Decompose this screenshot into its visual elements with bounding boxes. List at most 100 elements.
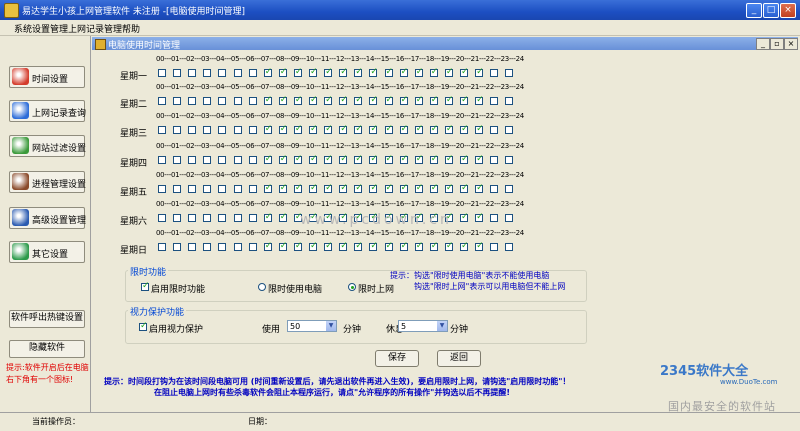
hour-checkbox[interactable]: [384, 67, 393, 77]
hour-checkbox[interactable]: [384, 154, 393, 164]
hour-checkbox[interactable]: [203, 243, 212, 251]
hour-checkbox[interactable]: [218, 214, 227, 222]
hour-checkbox[interactable]: [384, 95, 393, 105]
hour-checkbox[interactable]: [158, 126, 166, 134]
hour-checkbox[interactable]: [490, 243, 499, 251]
hour-checkbox[interactable]: [460, 95, 469, 105]
hour-checkbox[interactable]: [173, 126, 182, 134]
hour-checkbox[interactable]: [218, 69, 227, 77]
hour-checkbox[interactable]: [354, 67, 363, 77]
hour-checkbox[interactable]: [354, 183, 363, 193]
hour-checkbox[interactable]: [505, 97, 514, 105]
hour-checkbox[interactable]: [399, 154, 408, 164]
hour-checkbox[interactable]: [339, 183, 348, 193]
hour-checkbox[interactable]: [309, 154, 318, 164]
hour-checkbox[interactable]: [233, 69, 242, 77]
hour-checkbox[interactable]: [339, 67, 348, 77]
hour-checkbox[interactable]: [278, 95, 287, 105]
hour-checkbox[interactable]: [233, 185, 242, 193]
hour-checkbox[interactable]: [309, 95, 318, 105]
hour-checkbox[interactable]: [369, 183, 378, 193]
hour-checkbox[interactable]: [203, 69, 212, 77]
hide-software-button[interactable]: 隐藏软件: [9, 340, 85, 358]
hour-checkbox[interactable]: [460, 212, 469, 222]
hour-checkbox[interactable]: [188, 126, 197, 134]
child-close-button[interactable]: ×: [784, 38, 798, 50]
maximize-button[interactable]: □: [763, 3, 779, 18]
hour-checkbox[interactable]: [309, 67, 318, 77]
hour-checkbox[interactable]: [444, 154, 453, 164]
hour-checkbox[interactable]: [414, 241, 423, 251]
hour-checkbox[interactable]: [399, 241, 408, 251]
hour-checkbox[interactable]: [444, 124, 453, 134]
hour-checkbox[interactable]: [248, 243, 257, 251]
hour-checkbox[interactable]: [354, 154, 363, 164]
hour-checkbox[interactable]: [399, 124, 408, 134]
hour-checkbox[interactable]: [369, 95, 378, 105]
hour-checkbox[interactable]: [173, 97, 182, 105]
hour-checkbox[interactable]: [444, 183, 453, 193]
hour-checkbox[interactable]: [203, 126, 212, 134]
hour-checkbox[interactable]: [429, 124, 438, 134]
hour-checkbox[interactable]: [444, 67, 453, 77]
hour-checkbox[interactable]: [460, 183, 469, 193]
hour-checkbox[interactable]: [384, 183, 393, 193]
hour-checkbox[interactable]: [188, 97, 197, 105]
hour-checkbox[interactable]: [444, 95, 453, 105]
hour-checkbox[interactable]: [384, 124, 393, 134]
hour-checkbox[interactable]: [414, 95, 423, 105]
hotkey-settings-button[interactable]: 软件呼出热键设置: [9, 310, 85, 328]
hour-checkbox[interactable]: [475, 241, 484, 251]
hour-checkbox[interactable]: [248, 69, 257, 77]
hour-checkbox[interactable]: [203, 185, 212, 193]
hour-checkbox[interactable]: [505, 69, 514, 77]
hour-checkbox[interactable]: [324, 241, 333, 251]
menu-system[interactable]: 系统设置管理: [14, 22, 68, 35]
back-button[interactable]: 返回: [437, 350, 481, 367]
hour-checkbox[interactable]: [263, 154, 272, 164]
sidebar-button-1[interactable]: 上网记录查询: [9, 100, 86, 122]
hour-checkbox[interactable]: [173, 156, 182, 164]
hour-checkbox[interactable]: [339, 154, 348, 164]
hour-checkbox[interactable]: [324, 183, 333, 193]
hour-checkbox[interactable]: [505, 185, 514, 193]
hour-checkbox[interactable]: [293, 124, 302, 134]
hour-checkbox[interactable]: [278, 241, 287, 251]
sidebar-button-0[interactable]: 时间设置: [9, 66, 85, 88]
hour-checkbox[interactable]: [384, 241, 393, 251]
hour-checkbox[interactable]: [429, 154, 438, 164]
radio-limit-net[interactable]: [348, 283, 356, 291]
hour-checkbox[interactable]: [218, 156, 227, 164]
hour-checkbox[interactable]: [429, 95, 438, 105]
hour-checkbox[interactable]: [460, 67, 469, 77]
sidebar-button-3[interactable]: 进程管理设置: [9, 171, 86, 193]
hour-checkbox[interactable]: [158, 97, 166, 105]
hour-checkbox[interactable]: [414, 67, 423, 77]
rest-minutes-select[interactable]: 5 ▼: [398, 320, 448, 332]
hour-checkbox[interactable]: [263, 124, 272, 134]
hour-checkbox[interactable]: [490, 185, 499, 193]
hour-checkbox[interactable]: [429, 241, 438, 251]
hour-checkbox[interactable]: [278, 154, 287, 164]
hour-checkbox[interactable]: [233, 97, 242, 105]
hour-checkbox[interactable]: [490, 69, 499, 77]
hour-checkbox[interactable]: [218, 126, 227, 134]
hour-checkbox[interactable]: [263, 183, 272, 193]
hour-checkbox[interactable]: [414, 124, 423, 134]
hour-checkbox[interactable]: [173, 243, 182, 251]
hour-checkbox[interactable]: [429, 183, 438, 193]
hour-checkbox[interactable]: [173, 69, 182, 77]
hour-checkbox[interactable]: [218, 185, 227, 193]
hour-checkbox[interactable]: [233, 126, 242, 134]
hour-checkbox[interactable]: [505, 156, 514, 164]
hour-checkbox[interactable]: [248, 185, 257, 193]
hour-checkbox[interactable]: [324, 124, 333, 134]
hour-checkbox[interactable]: [188, 214, 197, 222]
hour-checkbox[interactable]: [278, 124, 287, 134]
hour-checkbox[interactable]: [309, 124, 318, 134]
child-minimize-button[interactable]: _: [756, 38, 770, 50]
hour-checkbox[interactable]: [203, 156, 212, 164]
hour-checkbox[interactable]: [203, 97, 212, 105]
hour-checkbox[interactable]: [278, 67, 287, 77]
hour-checkbox[interactable]: [293, 95, 302, 105]
